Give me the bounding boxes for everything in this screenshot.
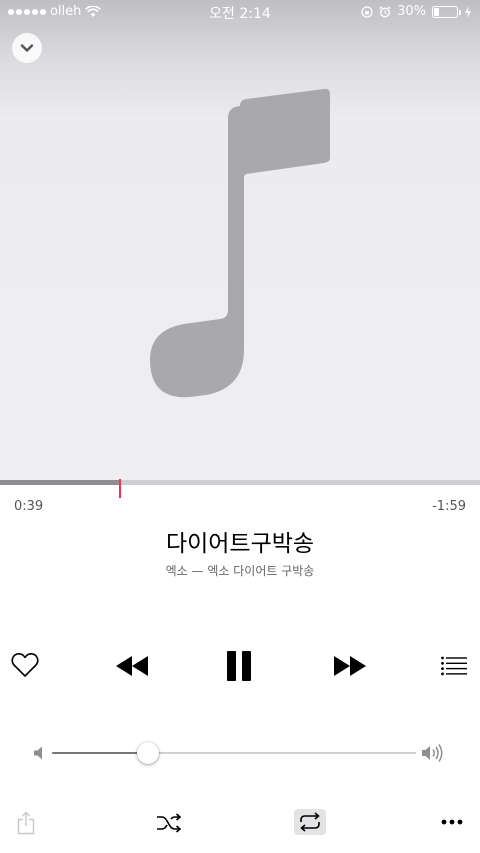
more-button[interactable] bbox=[440, 816, 464, 828]
volume-fill bbox=[52, 752, 149, 754]
charging-icon bbox=[465, 5, 471, 18]
repeat-button[interactable] bbox=[294, 809, 326, 835]
love-button[interactable] bbox=[10, 650, 40, 680]
battery-fill bbox=[434, 7, 440, 16]
music-note-icon bbox=[150, 88, 330, 398]
rewind-icon bbox=[116, 656, 148, 676]
playback-scrubber[interactable] bbox=[0, 479, 480, 498]
song-title: 다이어트구박송 bbox=[165, 531, 315, 557]
remaining-time: -1:59 bbox=[432, 499, 466, 514]
alarm-icon bbox=[379, 5, 391, 18]
pause-button[interactable] bbox=[224, 648, 254, 684]
volume-slider[interactable] bbox=[52, 742, 416, 764]
next-button[interactable] bbox=[330, 652, 368, 680]
speaker-high-icon bbox=[422, 744, 443, 762]
share-icon bbox=[17, 811, 35, 835]
repeat-icon bbox=[300, 812, 320, 832]
volume-knob[interactable] bbox=[137, 742, 160, 764]
status-right: 30% bbox=[361, 4, 472, 19]
shuffle-button[interactable] bbox=[156, 812, 182, 834]
fast-forward-icon bbox=[334, 656, 366, 676]
shuffle-icon bbox=[157, 813, 182, 833]
speaker-low-icon bbox=[34, 746, 42, 760]
scrubber-playhead[interactable] bbox=[119, 479, 121, 498]
list-icon bbox=[441, 656, 467, 676]
chevron-down-icon bbox=[20, 44, 34, 52]
up-next-button[interactable] bbox=[440, 654, 468, 678]
share-button[interactable] bbox=[16, 810, 36, 836]
collapse-button[interactable] bbox=[12, 33, 42, 63]
heart-icon bbox=[11, 653, 39, 677]
pause-icon bbox=[227, 651, 251, 681]
album-artwork bbox=[0, 0, 480, 480]
more-icon bbox=[441, 819, 463, 825]
elapsed-time: 0:39 bbox=[14, 499, 44, 514]
status-bar: olleh 오전 2:14 30% bbox=[0, 0, 480, 24]
orientation-lock-icon bbox=[361, 5, 373, 18]
artist-album: 엑소 — 엑소 다이어트 구박송 bbox=[165, 564, 315, 578]
scrubber-fill bbox=[0, 480, 120, 485]
battery-percent: 30% bbox=[397, 4, 426, 19]
battery-icon bbox=[432, 5, 461, 18]
previous-button[interactable] bbox=[114, 652, 152, 680]
